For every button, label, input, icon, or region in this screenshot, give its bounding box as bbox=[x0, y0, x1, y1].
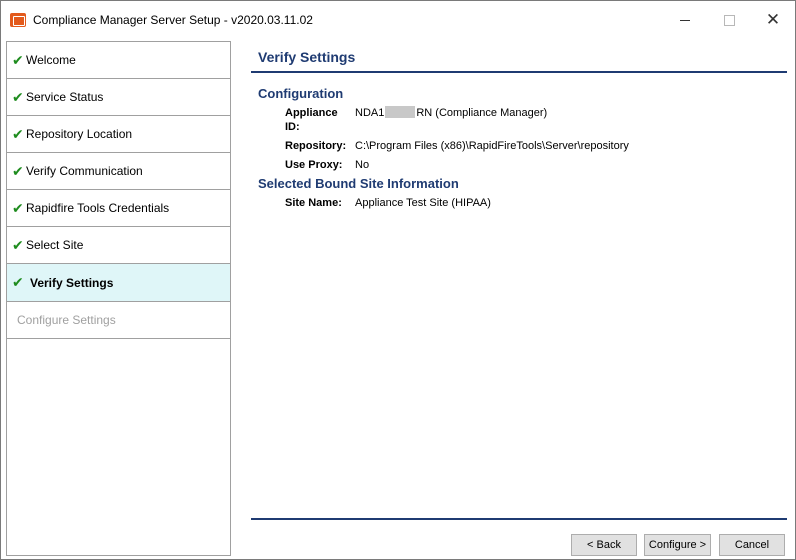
title-bar[interactable]: Compliance Manager Server Setup - v2020.… bbox=[1, 1, 795, 39]
bound-site-heading: Selected Bound Site Information bbox=[258, 176, 459, 191]
step-label: Repository Location bbox=[26, 127, 133, 141]
step-label: Service Status bbox=[26, 90, 104, 104]
close-button[interactable]: ✕ bbox=[751, 1, 795, 39]
appliance-id-prefix: NDA1 bbox=[355, 107, 385, 119]
step-welcome: ✔ Welcome bbox=[7, 42, 230, 79]
configuration-heading: Configuration bbox=[258, 86, 344, 101]
maximize-button[interactable] bbox=[707, 1, 751, 39]
repository-row: Repository: C:\Program Files (x86)\Rapid… bbox=[285, 139, 787, 153]
checkmark-icon: ✔ bbox=[12, 199, 24, 216]
step-label: Rapidfire Tools Credentials bbox=[26, 201, 170, 215]
appliance-id-label: Appliance ID: bbox=[285, 107, 338, 133]
use-proxy-row: Use Proxy: No bbox=[285, 158, 787, 172]
step-service-status: ✔ Service Status bbox=[7, 79, 230, 116]
configure-button[interactable]: Configure > bbox=[644, 534, 711, 556]
step-select-site: ✔ Select Site bbox=[7, 227, 230, 264]
step-label: Verify Settings bbox=[30, 275, 114, 290]
repository-value: C:\Program Files (x86)\RapidFireTools\Se… bbox=[355, 140, 629, 152]
checkmark-icon: ✔ bbox=[12, 88, 24, 105]
step-label: Select Site bbox=[26, 238, 84, 252]
setup-window: Compliance Manager Server Setup - v2020.… bbox=[0, 0, 796, 560]
page-title: Verify Settings bbox=[251, 41, 787, 73]
step-rapidfire-credentials: ✔ Rapidfire Tools Credentials bbox=[7, 190, 230, 227]
step-label: Configure Settings bbox=[17, 313, 116, 327]
main-panel: Verify Settings Configuration Appliance … bbox=[251, 41, 787, 521]
step-repository-location: ✔ Repository Location bbox=[7, 116, 230, 153]
repository-label: Repository: bbox=[285, 140, 347, 152]
back-button[interactable]: < Back bbox=[571, 534, 637, 556]
step-label: Verify Communication bbox=[26, 164, 143, 178]
window-title: Compliance Manager Server Setup - v2020.… bbox=[33, 13, 313, 27]
checkmark-icon: ✔ bbox=[12, 274, 24, 290]
step-verify-settings: ✔ Verify Settings bbox=[7, 264, 230, 302]
use-proxy-label: Use Proxy: bbox=[285, 159, 343, 171]
redacted-block bbox=[385, 106, 416, 118]
checkmark-icon: ✔ bbox=[12, 51, 24, 68]
step-label: Welcome bbox=[26, 53, 76, 67]
cancel-button[interactable]: Cancel bbox=[719, 534, 785, 556]
footer-divider bbox=[251, 518, 787, 520]
step-verify-communication: ✔ Verify Communication bbox=[7, 153, 230, 190]
use-proxy-value: No bbox=[355, 159, 370, 171]
app-window-icon bbox=[10, 13, 26, 27]
step-configure-settings: Configure Settings bbox=[7, 302, 230, 339]
appliance-id-row: Appliance ID: NDA1 RN (Compliance Manager… bbox=[285, 106, 787, 134]
appliance-id-suffix: RN (Compliance Manager) bbox=[416, 107, 548, 119]
site-name-row: Site Name: Appliance Test Site (HIPAA) bbox=[285, 196, 787, 210]
appliance-id-value: NDA1 RN (Compliance Manager) bbox=[355, 106, 547, 134]
minimize-button[interactable] bbox=[663, 1, 707, 39]
wizard-steps-sidebar: ✔ Welcome ✔ Service Status ✔ Repository … bbox=[6, 41, 231, 556]
site-name-label: Site Name: bbox=[285, 197, 342, 209]
site-name-value: Appliance Test Site (HIPAA) bbox=[355, 197, 491, 209]
checkmark-icon: ✔ bbox=[12, 162, 24, 179]
window-controls: ✕ bbox=[663, 1, 795, 39]
checkmark-icon: ✔ bbox=[12, 125, 24, 142]
checkmark-icon: ✔ bbox=[12, 236, 24, 253]
